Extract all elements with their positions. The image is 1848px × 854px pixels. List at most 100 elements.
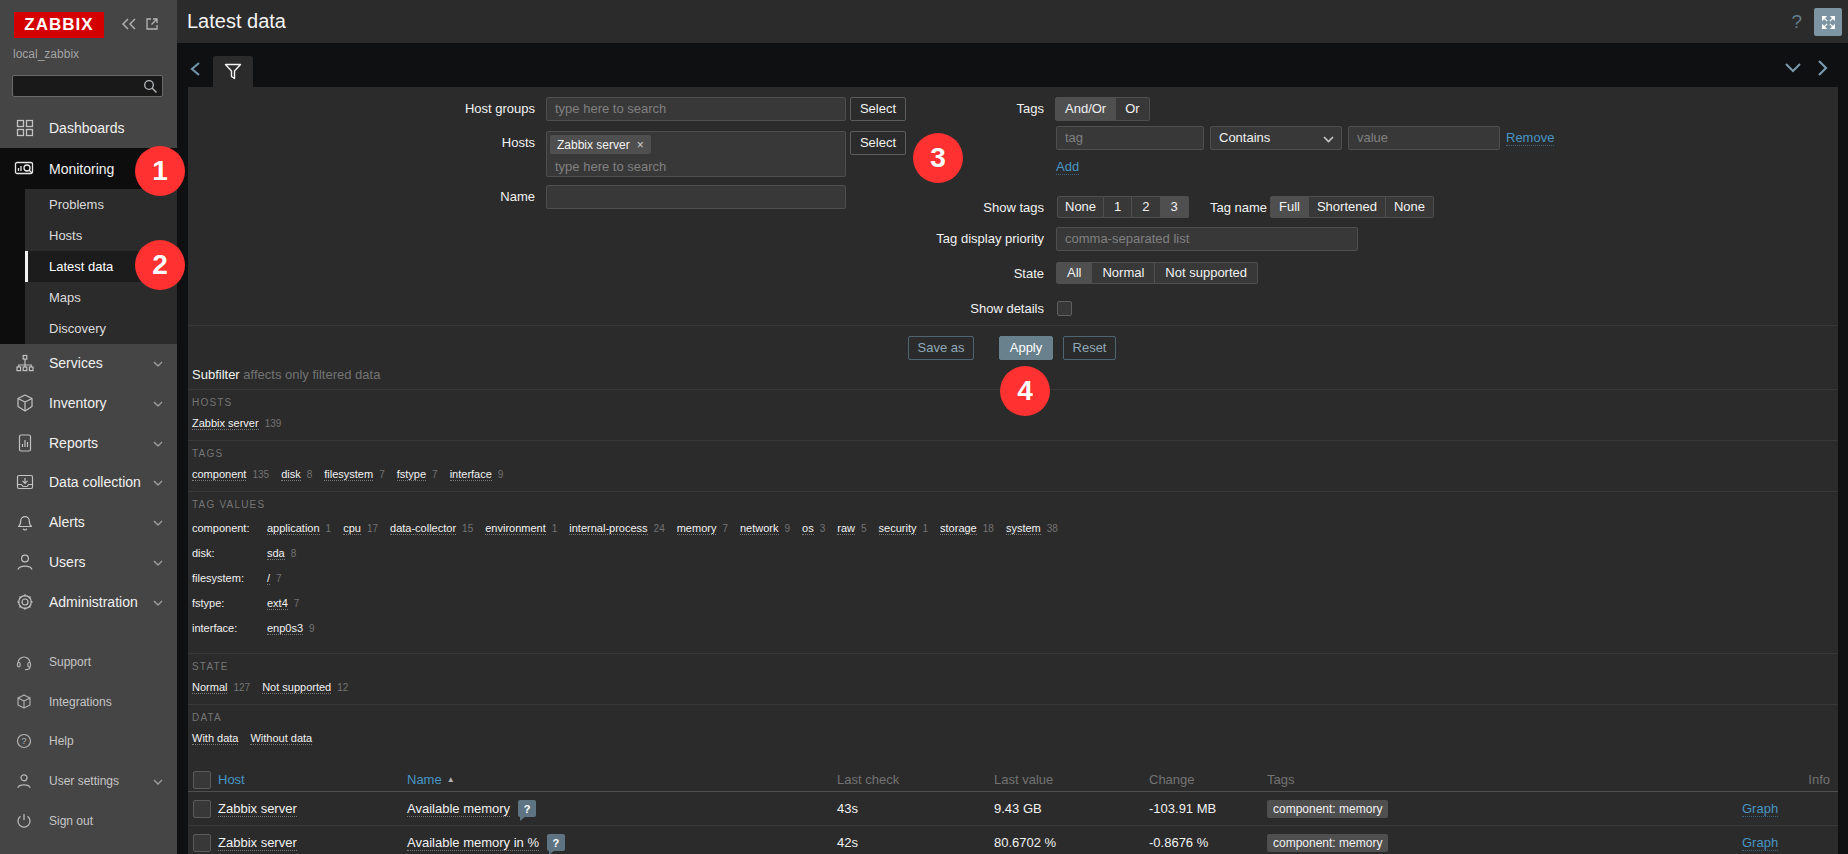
show-tags-3[interactable]: 3 — [1161, 196, 1189, 218]
sidebar-item-label: Administration — [49, 594, 153, 610]
subfilter-link[interactable]: enp0s3 — [267, 622, 303, 635]
subfilter-link[interactable]: storage — [940, 522, 977, 535]
subfilter-link[interactable]: sda — [267, 547, 285, 560]
subfilter-link[interactable]: fstype — [397, 468, 426, 481]
host-chip[interactable]: Zabbix server× — [550, 135, 651, 154]
apply-button[interactable]: Apply — [999, 336, 1053, 360]
sidebar-item-support[interactable]: Support — [0, 642, 177, 682]
subfilter-link[interactable]: memory — [677, 522, 717, 535]
show-details-checkbox[interactable] — [1057, 301, 1072, 316]
sidebar-popout-icon[interactable] — [144, 16, 160, 32]
row-checkbox[interactable] — [193, 800, 211, 818]
host-link[interactable]: Zabbix server — [218, 801, 297, 817]
subfilter-link[interactable]: Normal — [192, 681, 227, 694]
column-header-host[interactable]: Host — [218, 768, 245, 791]
hosts-input[interactable]: Zabbix server× type here to search — [546, 131, 846, 177]
tags-operator-or[interactable]: Or — [1116, 97, 1149, 121]
subfilter-link[interactable]: security — [879, 522, 917, 535]
subfilter-link[interactable]: application — [267, 522, 320, 535]
tag-chip[interactable]: component: memory — [1267, 800, 1388, 818]
sidebar-search-input[interactable] — [12, 75, 163, 97]
subfilter-link[interactable]: Without data — [250, 732, 312, 745]
save-as-button[interactable]: Save as — [908, 336, 974, 360]
tags-operator-andor[interactable]: And/Or — [1055, 97, 1116, 121]
hosts-select-button[interactable]: Select — [850, 131, 906, 155]
subfilter-link[interactable]: os — [802, 522, 814, 535]
tag-name-none[interactable]: None — [1386, 196, 1434, 218]
tag-input[interactable]: tag — [1056, 126, 1204, 150]
subfilter-link[interactable]: data-collector — [390, 522, 456, 535]
sidebar-item-label: Alerts — [49, 514, 153, 530]
help-icon[interactable]: ? — [1791, 0, 1802, 43]
row-checkbox[interactable] — [193, 834, 211, 852]
graph-link[interactable]: Graph — [1742, 835, 1778, 851]
subfilter-link[interactable]: filesystem — [324, 468, 373, 481]
sidebar-item-discovery[interactable]: Discovery — [25, 313, 177, 344]
sidebar-item-reports[interactable]: Reports — [0, 423, 177, 463]
subfilter-link[interactable]: disk — [281, 468, 301, 481]
reset-button[interactable]: Reset — [1063, 336, 1116, 360]
subfilter-item: Not supported12 — [262, 681, 348, 693]
name-input[interactable] — [546, 185, 846, 209]
show-tags-1[interactable]: 1 — [1104, 196, 1132, 218]
show-tags-none[interactable]: None — [1057, 196, 1104, 218]
filter-tab[interactable] — [213, 56, 253, 87]
sidebar-collapse-icon[interactable] — [120, 16, 138, 32]
collapse-filter-chevron-icon[interactable] — [1784, 62, 1802, 74]
graph-link[interactable]: Graph — [1742, 801, 1778, 817]
subfilter-link[interactable]: interface — [450, 468, 492, 481]
subfilter-link[interactable]: ext4 — [267, 597, 288, 610]
sidebar-item-users[interactable]: Users — [0, 542, 177, 582]
select-all-checkbox[interactable] — [193, 771, 211, 789]
item-help-icon[interactable]: ? — [518, 800, 536, 817]
sidebar-item-data-collection[interactable]: Data collection — [0, 463, 177, 503]
tag-name-shortened[interactable]: Shortened — [1309, 196, 1386, 218]
tag-name-full[interactable]: Full — [1270, 196, 1309, 218]
tag-remove-link[interactable]: Remove — [1506, 126, 1554, 150]
subfilter-link[interactable]: internal-process — [569, 522, 647, 535]
item-help-icon[interactable]: ? — [547, 834, 565, 851]
sidebar-item-user-settings[interactable]: User settings — [0, 761, 177, 801]
item-name-link[interactable]: Available memory in % — [407, 835, 539, 851]
fullscreen-button[interactable] — [1814, 8, 1842, 36]
sidebar-item-inventory[interactable]: Inventory — [0, 383, 177, 423]
item-name-link[interactable]: Available memory — [407, 801, 510, 817]
cell-last-check: 43s — [837, 792, 858, 825]
subfilter-link[interactable]: cpu — [343, 522, 361, 535]
tag-value-input[interactable]: value — [1348, 126, 1500, 150]
tag-operator-select[interactable]: Contains — [1210, 126, 1342, 150]
subfilter-link[interactable]: Zabbix server — [192, 417, 259, 430]
sidebar-item-dashboards[interactable]: Dashboards — [0, 108, 177, 148]
subfilter-link[interactable]: system — [1006, 522, 1041, 535]
subfilter-link[interactable]: Not supported — [262, 681, 331, 694]
tag-display-priority-input[interactable]: comma-separated list — [1056, 227, 1358, 251]
sidebar-item-help[interactable]: ?Help — [0, 721, 177, 761]
subfilter-link[interactable]: raw — [837, 522, 855, 535]
state-not-supported[interactable]: Not supported — [1155, 262, 1258, 284]
filter-back-chevron-icon[interactable] — [189, 61, 202, 77]
sidebar-item-services[interactable]: Services — [0, 343, 177, 383]
host-link[interactable]: Zabbix server — [218, 835, 297, 851]
tag-add-link[interactable]: Add — [1056, 157, 1079, 177]
show-tags-2[interactable]: 2 — [1132, 196, 1160, 218]
host-groups-select-button[interactable]: Select — [850, 97, 906, 121]
subfilter-link[interactable]: / — [267, 572, 270, 585]
sidebar-item-administration[interactable]: Administration — [0, 582, 177, 622]
subfilter-row: disk:sda8 — [192, 541, 1838, 566]
subfilter-item: storage18 — [940, 522, 994, 534]
sidebar-item-integrations[interactable]: Integrations — [0, 682, 177, 722]
subfilter-link[interactable]: network — [740, 522, 779, 535]
column-header-name[interactable]: Name▲ — [407, 768, 455, 791]
next-page-chevron-icon[interactable] — [1816, 59, 1829, 77]
sidebar-item-sign-out[interactable]: Sign out — [0, 801, 177, 841]
subfilter-link[interactable]: With data — [192, 732, 238, 745]
zabbix-logo[interactable]: ZABBIX — [14, 12, 104, 38]
chip-remove-icon[interactable]: × — [637, 138, 644, 152]
subfilter-link[interactable]: environment — [485, 522, 546, 535]
subfilter-link[interactable]: component — [192, 468, 246, 481]
tag-chip[interactable]: component: memory — [1267, 834, 1388, 852]
state-normal[interactable]: Normal — [1092, 262, 1155, 284]
sidebar-item-alerts[interactable]: Alerts — [0, 502, 177, 542]
host-groups-input[interactable]: type here to search — [546, 97, 846, 121]
state-all[interactable]: All — [1056, 262, 1092, 284]
